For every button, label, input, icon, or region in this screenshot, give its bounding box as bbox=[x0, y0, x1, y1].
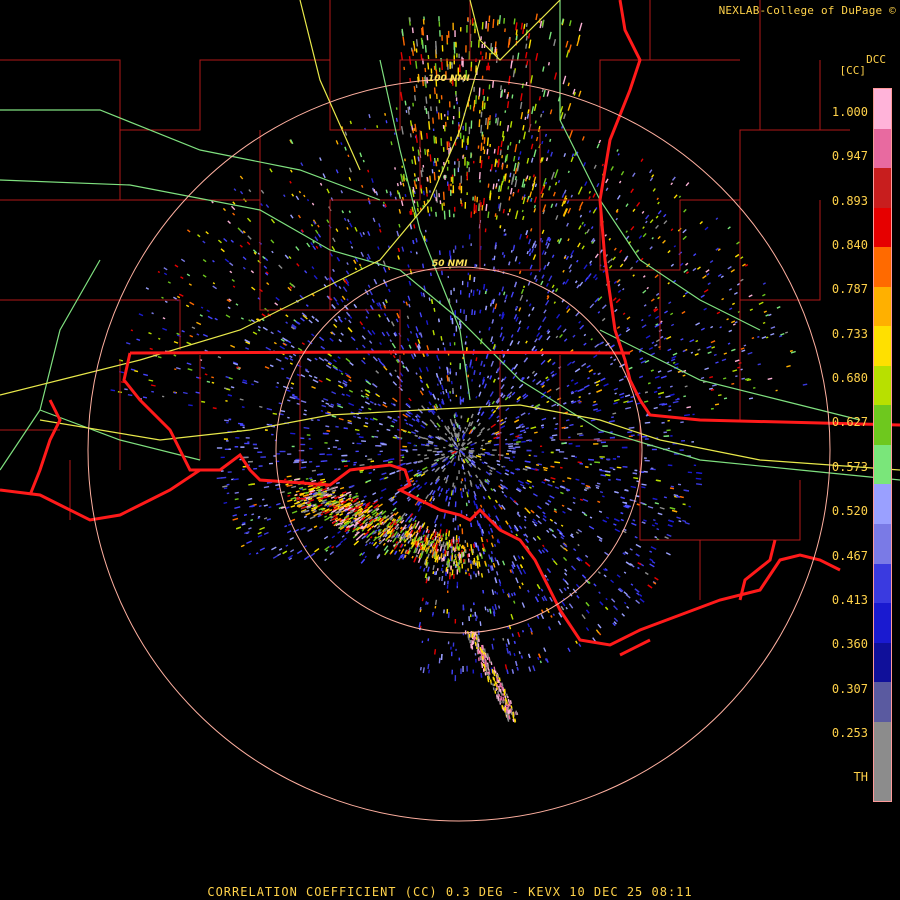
color-scale-segment bbox=[874, 524, 891, 564]
color-scale-segment bbox=[874, 247, 891, 287]
radar-map: 50 NMI 100 NMI bbox=[0, 0, 900, 900]
color-scale-tick: 0.253 bbox=[831, 725, 868, 740]
color-scale-tick: 1.000 bbox=[831, 105, 868, 119]
color-scale-segment bbox=[874, 128, 891, 169]
color-scale-segment bbox=[874, 444, 891, 485]
color-scale-tick: 0.627 bbox=[831, 415, 868, 430]
color-scale-segment bbox=[874, 563, 891, 604]
color-scale-tick: 0.413 bbox=[831, 592, 868, 607]
color-scale-tick: 0.467 bbox=[831, 548, 868, 563]
color-scale-tick: 0.573 bbox=[831, 459, 868, 474]
color-scale-tick: 0.680 bbox=[831, 371, 868, 386]
product-caption: CORRELATION COEFFICIENT (CC) 0.3 DEG - K… bbox=[207, 885, 693, 899]
color-scale-segment bbox=[874, 603, 891, 643]
color-scale-segment bbox=[874, 484, 891, 525]
color-scale-segment bbox=[874, 89, 891, 129]
color-scale-segment bbox=[874, 286, 891, 327]
color-scale-segment bbox=[874, 365, 891, 406]
color-scale-bar bbox=[873, 88, 892, 802]
units-label: [CC] bbox=[839, 64, 867, 77]
color-scale-segment bbox=[874, 326, 891, 366]
color-scale-segment bbox=[874, 405, 891, 445]
color-scale-segment bbox=[874, 207, 891, 248]
credit-label: NEXLAB-College of DuPage © bbox=[718, 4, 896, 17]
color-scale-tick: 0.520 bbox=[831, 504, 868, 519]
color-scale-tick: 0.733 bbox=[831, 326, 868, 341]
color-scale-segment bbox=[874, 168, 891, 208]
color-scale-tick: 0.307 bbox=[831, 681, 868, 696]
color-scale-segment bbox=[874, 721, 891, 762]
color-scale-segment bbox=[874, 682, 891, 722]
range-ring-label-50: 50 NMI bbox=[432, 259, 468, 269]
color-scale-tick: 0.360 bbox=[831, 637, 868, 652]
color-scale-tick: 0.893 bbox=[831, 193, 868, 208]
color-scale-tick: 0.840 bbox=[831, 238, 868, 253]
product-code-label: DCC bbox=[866, 53, 886, 66]
color-scale-tick: 0.787 bbox=[831, 282, 868, 297]
color-scale-tick: TH bbox=[853, 770, 868, 785]
color-scale-tick: 0.947 bbox=[831, 149, 868, 164]
range-ring-label-100: 100 NMI bbox=[428, 74, 470, 84]
color-scale-segment bbox=[874, 642, 891, 683]
color-scale-segment bbox=[874, 761, 891, 801]
